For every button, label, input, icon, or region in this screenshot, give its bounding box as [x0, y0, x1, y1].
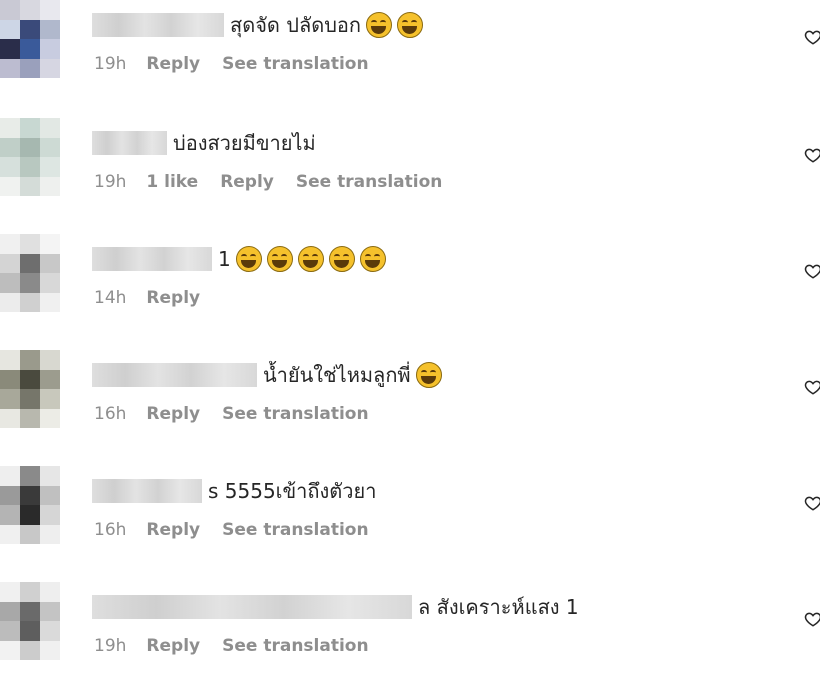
grinning-face-icon — [328, 246, 355, 272]
reply-button[interactable]: Reply — [146, 520, 200, 540]
heart-outline-icon[interactable] — [804, 378, 820, 396]
username-blurred[interactable] — [92, 363, 257, 387]
username-blurred[interactable] — [92, 247, 212, 271]
grinning-face-icon — [415, 362, 442, 388]
comment-item: น้ำยันใช่ไหมลูกพี่ 16h Reply See translatio… — [0, 350, 820, 450]
comment-body: 1 — [92, 244, 386, 274]
comment-body: บ่องสวยมีขายไม่ — [92, 128, 316, 158]
comment-text: s 5555เข้าถึงตัวยา — [208, 479, 377, 503]
timestamp: 19h — [94, 54, 127, 74]
comment-meta: 16h Reply See translation — [94, 520, 369, 540]
comment-text: ล สังเคราะห์แสง 1 — [418, 595, 579, 619]
grinning-face-icon — [266, 246, 293, 272]
comment-body: สุดจัด ปลัดบอก — [92, 10, 424, 40]
comment-meta: 14h Reply — [94, 288, 200, 308]
grinning-face-icon — [397, 12, 424, 38]
timestamp: 19h — [94, 636, 127, 656]
avatar[interactable] — [0, 466, 60, 544]
likes-count[interactable]: 1 like — [146, 172, 198, 192]
grinning-face-icon — [235, 246, 262, 272]
username-blurred[interactable] — [92, 595, 412, 619]
reply-button[interactable]: Reply — [220, 172, 274, 192]
username-blurred[interactable] — [92, 479, 202, 503]
comment-text: บ่องสวยมีขายไม่ — [173, 131, 316, 155]
comment-meta: 16h Reply See translation — [94, 404, 369, 424]
reply-button[interactable]: Reply — [146, 404, 200, 424]
heart-outline-icon[interactable] — [804, 146, 820, 164]
comment-item: บ่องสวยมีขายไม่ 19h 1 like Reply See transla… — [0, 118, 820, 218]
timestamp: 16h — [94, 520, 127, 540]
comment-body: ล สังเคราะห์แสง 1 — [92, 592, 579, 622]
comment-meta: 19h Reply See translation — [94, 54, 369, 74]
avatar[interactable] — [0, 118, 60, 196]
avatar[interactable] — [0, 350, 60, 428]
see-translation-button[interactable]: See translation — [222, 54, 368, 74]
see-translation-button[interactable]: See translation — [296, 172, 442, 192]
comment-text: 1 — [218, 247, 231, 271]
comment-meta: 19h 1 like Reply See translation — [94, 172, 442, 192]
heart-outline-icon[interactable] — [804, 610, 820, 628]
comment-item: สุดจัด ปลัดบอก 19h Reply See translation — [0, 0, 820, 100]
comment-body: s 5555เข้าถึงตัวยา — [92, 476, 376, 506]
heart-outline-icon[interactable] — [804, 28, 820, 46]
reply-button[interactable]: Reply — [146, 54, 200, 74]
avatar[interactable] — [0, 234, 60, 312]
grinning-face-icon — [297, 246, 324, 272]
timestamp: 16h — [94, 404, 127, 424]
heart-outline-icon[interactable] — [804, 262, 820, 280]
avatar[interactable] — [0, 0, 60, 78]
grinning-face-icon — [366, 12, 393, 38]
username-blurred[interactable] — [92, 131, 167, 155]
timestamp: 19h — [94, 172, 127, 192]
comment-meta: 19h Reply See translation — [94, 636, 369, 656]
see-translation-button[interactable]: See translation — [222, 404, 368, 424]
comment-text: น้ำยันใช่ไหมลูกพี่ — [263, 363, 411, 387]
comment-body: น้ำยันใช่ไหมลูกพี่ — [92, 360, 442, 390]
comment-item: 1 14h Reply — [0, 234, 820, 334]
timestamp: 14h — [94, 288, 127, 308]
comment-item: ล สังเคราะห์แสง 1 19h Reply See translation — [0, 582, 820, 682]
username-blurred[interactable] — [92, 13, 224, 37]
comment-text: สุดจัด ปลัดบอก — [230, 13, 362, 37]
grinning-face-icon — [359, 246, 386, 272]
reply-button[interactable]: Reply — [146, 288, 200, 308]
heart-outline-icon[interactable] — [804, 494, 820, 512]
reply-button[interactable]: Reply — [146, 636, 200, 656]
see-translation-button[interactable]: See translation — [222, 636, 368, 656]
see-translation-button[interactable]: See translation — [222, 520, 368, 540]
avatar[interactable] — [0, 582, 60, 660]
comment-item: s 5555เข้าถึงตัวยา 16h Reply See translatio… — [0, 466, 820, 566]
